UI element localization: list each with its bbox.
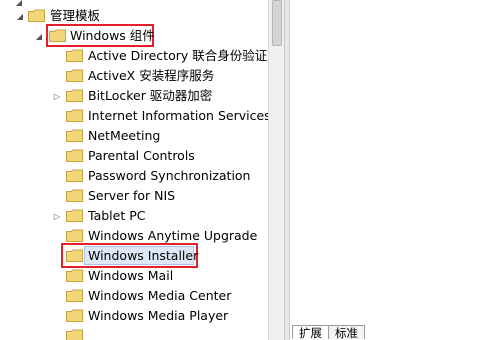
folder-icon: [66, 189, 83, 202]
tree-item-label: Internet Information Services: [88, 108, 268, 123]
tree-item-label: Windows Mail: [88, 268, 174, 283]
details-pane: [290, 0, 500, 340]
tree-item-media-player[interactable]: Windows Media Player: [0, 306, 268, 326]
tree-item-windows-installer[interactable]: Windows Installer: [0, 246, 268, 266]
tree-item-parental-controls[interactable]: Parental Controls: [0, 146, 268, 166]
expand-arrow-icon[interactable]: ▷: [52, 91, 62, 101]
tree-item-label: Windows 组件: [70, 28, 155, 43]
tree-item-active-directory[interactable]: Active Directory 联合身份验证服: [0, 46, 268, 66]
tree-item-label: 管理模板: [50, 8, 101, 23]
tree-item-label: Active Directory 联合身份验证服: [88, 48, 268, 63]
tree-item-iis[interactable]: Internet Information Services: [0, 106, 268, 126]
folder-icon: [66, 109, 83, 122]
scrollbar-thumb[interactable]: [272, 0, 282, 46]
tree-item-server-for-nis[interactable]: Server for NIS: [0, 186, 268, 206]
collapse-arrow-icon[interactable]: ◢: [15, 11, 25, 21]
folder-icon: [66, 169, 83, 182]
tree-pane[interactable]: ◢ ◢ 管理模板 ◢ Windows 组件 Active Directory 联…: [0, 0, 268, 340]
tree-item-bitlocker[interactable]: ▷ BitLocker 驱动器加密: [0, 86, 268, 106]
folder-icon: [66, 249, 83, 262]
tree-item-label: Windows Installer: [88, 248, 199, 263]
tree-item-admin-templates[interactable]: ◢ 管理模板: [0, 6, 268, 26]
tree-item-label: Password Synchronization: [88, 168, 251, 183]
tree-item-label: Windows Media Center: [88, 288, 232, 303]
tree-item-label: NetMeeting: [88, 128, 161, 143]
expand-arrow-icon[interactable]: ▷: [52, 211, 62, 221]
tree-item-label: Server for NIS: [88, 188, 176, 203]
tree-item-tablet-pc[interactable]: ▷ Tablet PC: [0, 206, 268, 226]
collapse-arrow-icon[interactable]: ◢: [34, 31, 44, 41]
tree-item-label: Tablet PC: [88, 208, 146, 223]
folder-icon: [66, 289, 83, 302]
tree-item-label: Parental Controls: [88, 148, 195, 163]
folder-icon: [49, 29, 66, 42]
folder-icon: [66, 69, 83, 82]
folder-icon: [66, 49, 83, 62]
folder-icon: [66, 309, 83, 322]
folder-icon: [66, 209, 83, 222]
tree-item-label: BitLocker 驱动器加密: [88, 88, 213, 103]
tree-item-partial: [0, 326, 268, 340]
tab-standard[interactable]: 标准: [328, 325, 365, 340]
tree-item-netmeeting[interactable]: NetMeeting: [0, 126, 268, 146]
folder-icon: [66, 149, 83, 162]
tree-item-activex[interactable]: ActiveX 安装程序服务: [0, 66, 268, 86]
folder-icon: [66, 89, 83, 102]
view-tabs: 扩展 标准: [292, 325, 365, 340]
tab-extended[interactable]: 扩展: [292, 325, 329, 340]
tree-scrollbar[interactable]: [268, 0, 284, 340]
tree-item-windows-mail[interactable]: Windows Mail: [0, 266, 268, 286]
folder-icon: [28, 9, 45, 22]
folder-icon: [66, 129, 83, 142]
tree-item-label: ActiveX 安装程序服务: [88, 68, 215, 83]
folder-icon: [66, 229, 83, 242]
tree-item-label: Windows Media Player: [88, 308, 229, 323]
folder-icon: [66, 269, 83, 282]
tree-item-windows-components[interactable]: ◢ Windows 组件: [0, 26, 268, 46]
tree-item-password-sync[interactable]: Password Synchronization: [0, 166, 268, 186]
folder-icon: [66, 329, 83, 340]
tree-item-media-center[interactable]: Windows Media Center: [0, 286, 268, 306]
